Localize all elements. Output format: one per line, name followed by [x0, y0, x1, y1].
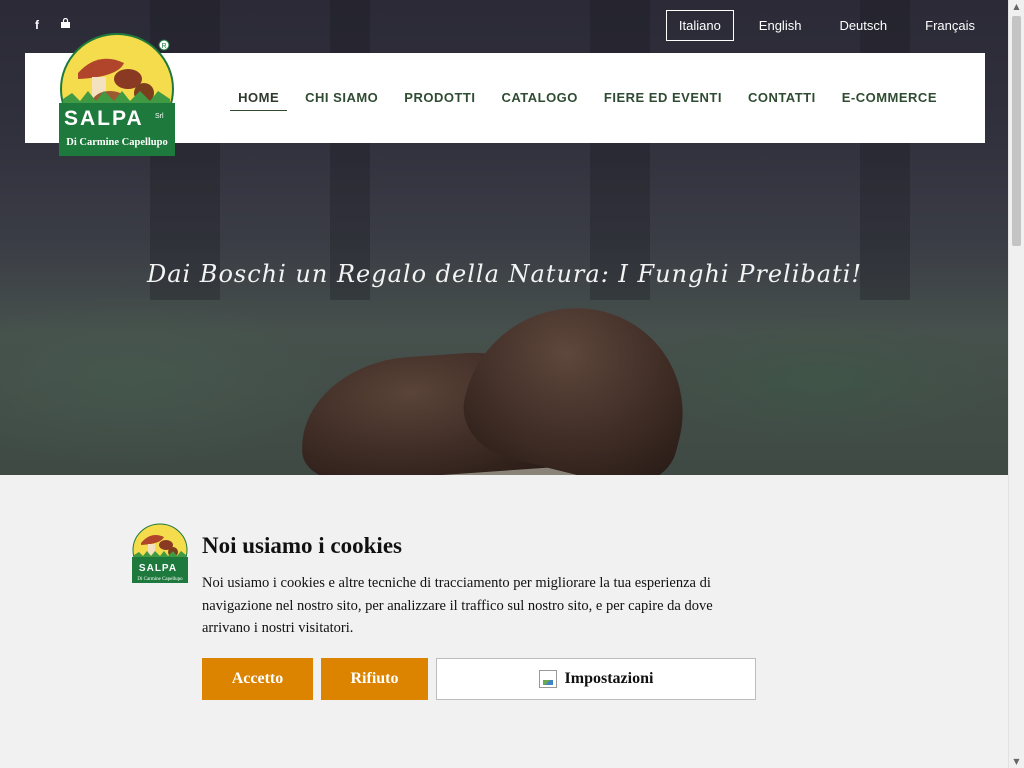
- lang-italiano[interactable]: Italiano: [665, 10, 734, 41]
- tree-trunk: [330, 0, 370, 300]
- salpa-logo[interactable]: R SALPA Srl Di Carmine Capellupo: [58, 33, 176, 157]
- social-links: f: [30, 17, 72, 32]
- logo-suffix: Srl: [155, 113, 164, 120]
- broken-image-icon: [538, 670, 557, 688]
- nav-chi-siamo[interactable]: CHI SIAMO: [292, 90, 391, 110]
- cookie-salpa-logo: SALPA Di Carmine Capellupo: [132, 523, 188, 583]
- nav-catalogo[interactable]: CATALOGO: [488, 90, 590, 110]
- shopping-bag-icon[interactable]: [58, 17, 72, 32]
- accept-cookies-button[interactable]: Accetto: [202, 658, 313, 700]
- cookie-title: Noi usiamo i cookies: [202, 533, 402, 558]
- logo-tagline: Di Carmine Capellupo: [66, 137, 168, 148]
- hero-tagline: Dai Boschi un Regalo della Natura: I Fun…: [146, 260, 863, 288]
- lang-english[interactable]: English: [746, 10, 815, 41]
- reject-cookies-button[interactable]: Rifiuto: [321, 658, 428, 700]
- nav-e-commerce[interactable]: E-COMMERCE: [829, 90, 950, 110]
- mushroom-cap: [453, 284, 705, 475]
- cookie-banner: SALPA Di Carmine Capellupo Noi usiamo i …: [0, 475, 1009, 768]
- tree-trunk: [590, 0, 650, 300]
- facebook-icon[interactable]: f: [30, 18, 44, 32]
- nav-contatti[interactable]: CONTATTI: [735, 90, 829, 110]
- svg-text:Di Carmine Capellupo: Di Carmine Capellupo: [137, 577, 183, 582]
- lang-francais[interactable]: Français: [912, 10, 988, 41]
- scroll-thumb[interactable]: [1012, 16, 1021, 246]
- cookie-description: Noi usiamo i cookies e altre tecniche di…: [202, 575, 713, 636]
- cookie-settings-button[interactable]: Impostazioni: [436, 658, 756, 700]
- svg-text:SALPA: SALPA: [139, 563, 177, 574]
- language-switcher: Italiano English Deutsch Français: [665, 10, 988, 41]
- scroll-up-arrow-icon[interactable]: ▲: [1012, 2, 1021, 11]
- nav-fiere-ed-eventi[interactable]: FIERE ED EVENTI: [591, 90, 735, 110]
- tree-trunk: [860, 0, 910, 300]
- page-scrollbar[interactable]: ▲ ▼: [1008, 0, 1024, 768]
- scroll-down-arrow-icon[interactable]: ▼: [1012, 757, 1021, 766]
- nav-home[interactable]: HOME: [230, 90, 288, 111]
- logo-text-area: SALPA Srl Di Carmine Capellupo: [58, 103, 176, 156]
- logo-brand: SALPA: [64, 107, 144, 130]
- svg-text:R: R: [161, 43, 166, 50]
- nav-prodotti[interactable]: PRODOTTI: [391, 90, 488, 110]
- cookie-settings-label: Impostazioni: [564, 670, 654, 687]
- main-menu: HOME CHI SIAMO PRODOTTI CATALOGO FIERE E…: [230, 90, 950, 111]
- lang-deutsch[interactable]: Deutsch: [826, 10, 900, 41]
